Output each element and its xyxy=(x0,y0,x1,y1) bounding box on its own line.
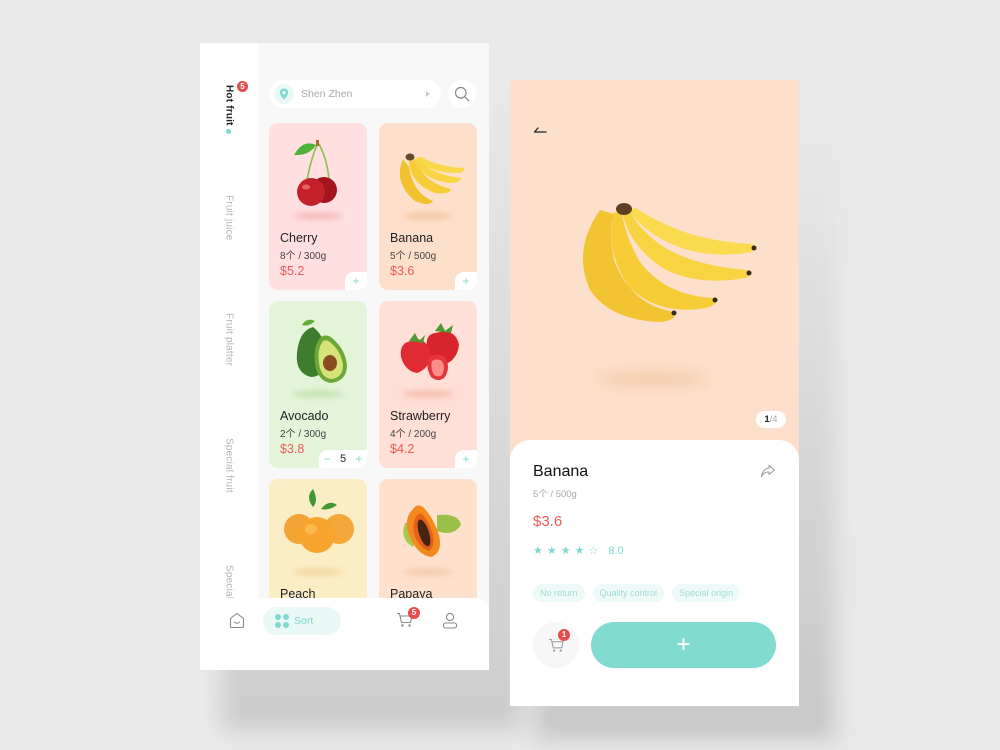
sidebar-item-fruit-platter[interactable]: Fruit platter xyxy=(200,313,258,366)
image-pager-indicator: 1/4 xyxy=(756,411,786,428)
tag-quality-control: Quality control xyxy=(592,584,665,602)
view-cart-button[interactable] xyxy=(533,622,579,668)
user-icon xyxy=(442,612,458,629)
fruit-shadow xyxy=(403,569,453,575)
add-to-cart-primary-button[interactable]: + xyxy=(591,622,776,668)
banana-image xyxy=(399,153,465,204)
product-spec: 4个 / 200g xyxy=(390,429,437,440)
rating-value: 8.0 xyxy=(608,544,624,557)
fruit-shadow xyxy=(403,213,453,219)
hero-shadow xyxy=(598,372,708,386)
caret-right-icon xyxy=(426,91,430,97)
profile-nav-button[interactable] xyxy=(442,612,458,634)
sidebar-item-special-fruit[interactable]: Special fruit xyxy=(200,438,258,493)
product-card-strawberry[interactable]: Strawberry 4个 / 200g $4.2 + xyxy=(379,301,477,468)
detail-cart-badge: 1 xyxy=(558,629,570,641)
product-spec: 5个 / 500g xyxy=(390,251,437,262)
decrease-quantity-button[interactable]: − xyxy=(324,452,331,466)
detail-panel: Banana 5个 / 500g $3.6 ★ ★ ★ ★ ☆ 8.0 No return… xyxy=(510,440,799,706)
home-icon xyxy=(229,612,245,629)
back-arrow-icon xyxy=(533,127,547,133)
product-detail-screen: 1/4 Banana 5个 / 500g $3.6 ★ ★ ★ ★ ☆ 8.0 No re… xyxy=(510,80,799,706)
location-pin-icon xyxy=(274,84,294,104)
star-filled-icon: ★ xyxy=(560,545,571,557)
product-card-banana[interactable]: Banana 5个 / 500g $3.6 + xyxy=(379,123,477,290)
product-card-avocado[interactable]: Avocado 2个 / 300g $3.8 − 5 + xyxy=(269,301,367,468)
home-nav-button[interactable] xyxy=(229,612,245,634)
product-list-screen: Hot fruit 5 Fruit juice Fruit platter Sp… xyxy=(200,43,489,670)
back-button[interactable] xyxy=(532,122,548,140)
star-filled-icon: ★ xyxy=(533,545,543,557)
fruit-shadow xyxy=(293,213,343,219)
star-filled-icon: ★ xyxy=(546,545,557,557)
fruit-shadow xyxy=(293,391,343,397)
search-icon xyxy=(454,86,470,102)
sidebar-item-fruit-juice[interactable]: Fruit juice xyxy=(200,195,258,241)
location-text: Shen Zhen xyxy=(301,88,353,100)
detail-price: $3.6 xyxy=(533,513,563,530)
search-button[interactable] xyxy=(448,80,476,108)
share-icon xyxy=(761,465,775,477)
peach-image xyxy=(284,489,354,553)
bottom-navigation xyxy=(200,598,489,670)
tag-no-return: No return xyxy=(533,584,585,602)
product-name: Cherry xyxy=(280,231,318,245)
cherry-image xyxy=(294,140,337,206)
share-button[interactable] xyxy=(760,464,776,483)
banana-hero-image xyxy=(582,203,757,322)
sidebar-item-special[interactable]: Special xyxy=(200,565,258,599)
increase-quantity-button[interactable]: + xyxy=(355,452,362,466)
avocado-image xyxy=(296,319,347,383)
rating: ★ ★ ★ ★ ☆ 8.0 xyxy=(533,544,624,558)
detail-product-spec: 5个 / 500g xyxy=(533,489,577,500)
pager-total: /4 xyxy=(769,414,778,425)
sidebar-item-label: Fruit juice xyxy=(223,195,235,241)
detail-product-name: Banana xyxy=(533,463,589,480)
fruit-shadow xyxy=(293,569,343,575)
tag-special-origin: Special origin xyxy=(672,584,741,602)
strawberry-image xyxy=(400,323,459,380)
sidebar-item-label: Special fruit xyxy=(223,438,235,493)
active-indicator-dot xyxy=(226,129,231,134)
product-spec: 8个 / 300g xyxy=(280,251,327,262)
grid-icon xyxy=(275,614,289,628)
add-to-cart-button[interactable]: + xyxy=(455,272,477,290)
papaya-image xyxy=(403,505,461,557)
cart-count-badge: 5 xyxy=(408,607,420,619)
feature-tags: No return Quality control Special origin xyxy=(533,584,748,602)
star-filled-icon: ★ xyxy=(574,545,585,557)
add-to-cart-button[interactable]: + xyxy=(345,272,367,290)
sidebar-item-label: Special xyxy=(223,565,235,600)
add-to-cart-button[interactable]: + xyxy=(455,450,477,468)
product-price: $4.2 xyxy=(390,442,415,456)
product-name: Strawberry xyxy=(390,409,451,423)
location-selector[interactable]: Shen Zhen xyxy=(269,80,441,108)
product-price: $3.6 xyxy=(390,264,415,278)
sort-label: Sort xyxy=(294,615,314,627)
sidebar-item-hot-fruit[interactable]: Hot fruit xyxy=(200,85,258,126)
sort-nav-button[interactable]: Sort xyxy=(263,607,341,635)
product-name: Banana xyxy=(390,231,434,245)
product-card-cherry[interactable]: Cherry 8个 / 300g $5.2 + xyxy=(269,123,367,290)
quantity-value: 5 xyxy=(339,453,347,465)
sidebar-item-label: Fruit platter xyxy=(223,313,235,367)
hot-fruit-badge: 5 xyxy=(237,81,248,92)
product-price: $5.2 xyxy=(280,264,305,278)
quantity-stepper: − 5 + xyxy=(319,450,367,468)
fruit-shadow xyxy=(403,391,453,397)
star-empty-icon: ☆ xyxy=(588,545,599,557)
product-price: $3.8 xyxy=(280,442,305,456)
sidebar-item-label: Hot fruit xyxy=(223,85,235,126)
product-spec: 2个 / 300g xyxy=(280,429,327,440)
category-sidebar: Hot fruit 5 Fruit juice Fruit platter Sp… xyxy=(200,43,258,670)
product-name: Avocado xyxy=(280,409,329,423)
